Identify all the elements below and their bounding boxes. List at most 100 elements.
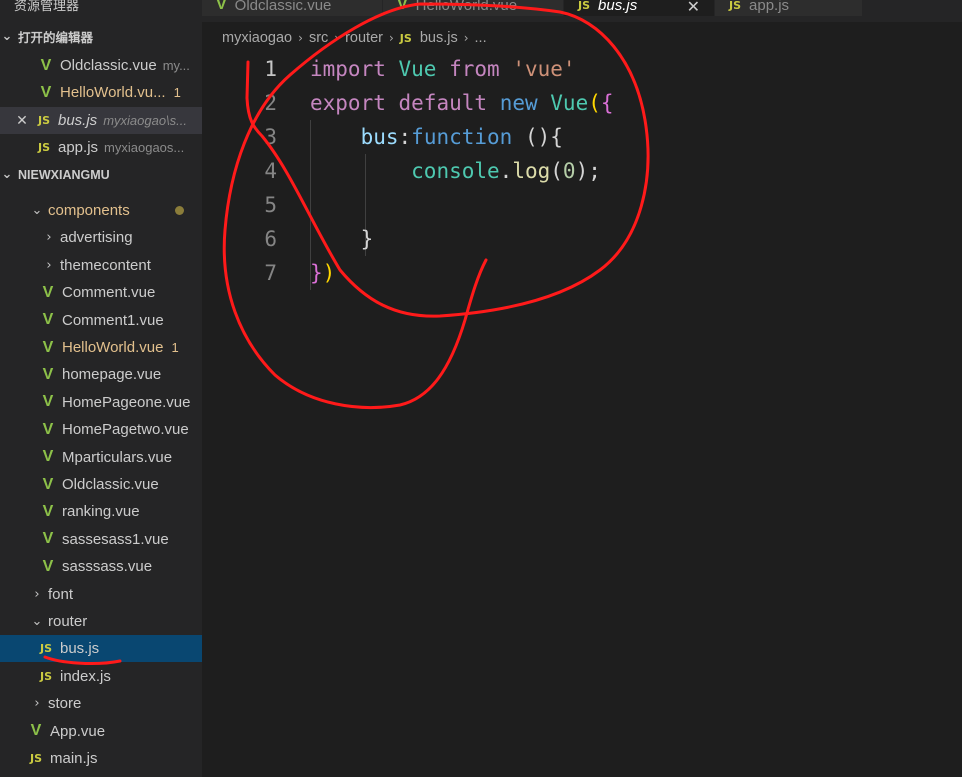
tree-item-mparticulars-vue[interactable]: V Mparticulars.vue	[0, 444, 202, 471]
code-editor[interactable]: 1 2 3 4 5 6 7 import Vue from 'vue' expo…	[202, 52, 962, 777]
tab-label: HelloWorld.vue	[415, 0, 518, 14]
tree-item-components[interactable]: ⌄ components	[0, 197, 202, 224]
tree-item-label: Oldclassic.vue	[62, 476, 159, 493]
tree-item-sassesass1-vue[interactable]: Vsassesass1.vue	[0, 526, 202, 553]
tree-item-label: themecontent	[60, 256, 151, 274]
open-editors-header-label: 打开的编辑器	[18, 31, 94, 45]
explorer-title: 资源管理器	[0, 0, 202, 18]
vue-file-icon: V	[40, 56, 52, 74]
tree-item-label: Comment1.vue	[62, 311, 164, 329]
code-line-2: export default new Vue({	[310, 91, 614, 115]
open-editor-appjs[interactable]: JS app.js myxiaogaos...	[0, 134, 202, 161]
vue-file-icon: V	[42, 393, 54, 411]
problem-count-badge: 1	[173, 85, 181, 100]
vue-file-icon: V	[42, 502, 54, 520]
tree-item-label: store	[48, 695, 82, 713]
tree-item-store[interactable]: › store	[0, 690, 202, 717]
open-editor-oldclassic[interactable]: V Oldclassic.vue my...	[0, 52, 202, 79]
tree-item-helloworld-vue[interactable]: V HelloWorld.vue 1	[0, 334, 202, 361]
close-icon[interactable]: ✕	[14, 112, 30, 129]
tab-appjs[interactable]: JS app.js	[715, 0, 862, 16]
editor-tabs: V Oldclassic.vue V HelloWorld.vue JS bus…	[202, 0, 962, 22]
tab-busjs[interactable]: JS bus.js ✕	[564, 0, 714, 16]
chevron-right-icon: ›	[463, 31, 469, 45]
vue-file-icon: V	[42, 557, 54, 575]
line-number: 6	[264, 227, 277, 251]
chevron-down-icon: ⌄	[31, 203, 43, 218]
tree-item-themecontent[interactable]: › themecontent	[0, 252, 202, 279]
open-editor-helloworld[interactable]: V HelloWorld.vu... 1	[0, 79, 202, 106]
js-file-icon: JS	[399, 31, 412, 45]
breadcrumb-item[interactable]: router	[345, 30, 383, 46]
tab-label: Oldclassic.vue	[234, 0, 332, 14]
tree-item-font[interactable]: › font	[0, 581, 202, 608]
tree-item-ranking-vue[interactable]: Vranking.vue	[0, 498, 202, 525]
tree-item-label: components	[48, 202, 130, 219]
tab-label: app.js	[749, 0, 790, 14]
tab-label: bus.js	[598, 0, 638, 14]
tree-item-homepage-vue[interactable]: Vhomepage.vue	[0, 361, 202, 388]
breadcrumb-item[interactable]: myxiaogao	[222, 30, 292, 46]
vue-file-icon: V	[42, 365, 54, 383]
project-header[interactable]: ⌄ NIEWXIANGMU	[0, 161, 202, 188]
tree-item-main-js[interactable]: JS main.js	[0, 745, 202, 772]
tree-item-label: bus.js	[60, 640, 100, 658]
chevron-right-icon: ›	[46, 230, 52, 246]
project-header-label: NIEWXIANGMU	[18, 167, 110, 182]
tab-helloworld[interactable]: V HelloWorld.vue	[383, 0, 563, 16]
tree-item-label: font	[48, 585, 74, 603]
open-editor-label: bus.js	[58, 112, 98, 129]
tree-item-bus-js[interactable]: JS bus.js	[0, 635, 202, 663]
tree-item-homepageone-vue[interactable]: V HomePageone.vue	[0, 389, 202, 416]
line-number: 3	[264, 125, 277, 149]
tree-item-label: index.js	[60, 667, 111, 685]
tree-item-label: homepage.vue	[62, 366, 162, 384]
open-editor-label: HelloWorld.vu...	[60, 84, 166, 101]
tree-item-app-vue[interactable]: V App.vue	[0, 718, 202, 745]
tree-item-label: HelloWorld.vue	[62, 339, 164, 356]
js-file-icon: JS	[39, 642, 52, 656]
open-editor-label: app.js	[58, 139, 99, 156]
tree-item-index-js[interactable]: JS index.js	[0, 663, 202, 690]
tab-oldclassic[interactable]: V Oldclassic.vue	[202, 0, 382, 16]
vue-file-icon: V	[42, 475, 54, 493]
modified-dot-icon	[175, 206, 184, 215]
breadcrumb-item[interactable]: bus.js	[420, 30, 458, 46]
tree-item-advertising[interactable]: › advertising	[0, 224, 202, 251]
explorer-sidebar: 资源管理器 ⌄ 打开的编辑器 V Oldclassic.vue my... V …	[0, 0, 202, 777]
line-number: 7	[264, 261, 277, 285]
breadcrumb: myxiaogao › src › router › JS bus.js › .…	[202, 24, 962, 52]
tree-item-label: sassesass1.vue	[62, 530, 169, 548]
tree-item-label: ranking.vue	[62, 503, 140, 521]
vue-file-icon: V	[42, 530, 54, 548]
line-number: 1	[264, 57, 277, 81]
tree-item-comment1-vue[interactable]: V Comment1.vue	[0, 307, 202, 334]
tree-item-oldclassic-vue[interactable]: V Oldclassic.vue	[0, 471, 202, 498]
tree-item-label: Mparticulars.vue	[62, 448, 173, 466]
tree-item-label: App.vue	[50, 722, 106, 740]
tree-item-homepagetwo-vue[interactable]: V HomePagetwo.vue	[0, 416, 202, 443]
breadcrumb-item[interactable]: src	[309, 30, 328, 46]
open-editors-header[interactable]: ⌄ 打开的编辑器	[0, 23, 202, 50]
tree-item-label: HomePageone.vue	[62, 393, 191, 411]
close-icon[interactable]: ✕	[687, 0, 700, 16]
tree-item-comment-vue[interactable]: V Comment.vue	[0, 279, 202, 306]
tree-item-label: advertising	[60, 229, 133, 247]
vue-file-icon: V	[40, 83, 52, 101]
code-line-1: import Vue from 'vue'	[310, 57, 576, 81]
open-editor-path: myxiaogao\s...	[103, 113, 188, 128]
line-number: 2	[264, 91, 277, 115]
tree-item-sasssass-vue[interactable]: Vsasssass.vue	[0, 553, 202, 580]
open-editor-busjs[interactable]: ✕ JS bus.js myxiaogao\s...	[0, 107, 202, 134]
vue-file-icon: V	[42, 311, 54, 329]
chevron-down-icon: ⌄	[31, 614, 43, 629]
vue-file-icon: V	[42, 448, 54, 466]
tree-item-label: sasssass.vue	[62, 558, 153, 576]
tree-item-label: main.js	[50, 750, 98, 767]
breadcrumb-item[interactable]: ...	[475, 30, 487, 46]
js-file-icon: JS	[37, 114, 50, 127]
chevron-down-icon: ⌄	[1, 167, 13, 182]
vue-file-icon: V	[42, 283, 54, 301]
tree-item-router[interactable]: ⌄ router	[0, 608, 202, 635]
chevron-right-icon: ›	[46, 257, 52, 273]
